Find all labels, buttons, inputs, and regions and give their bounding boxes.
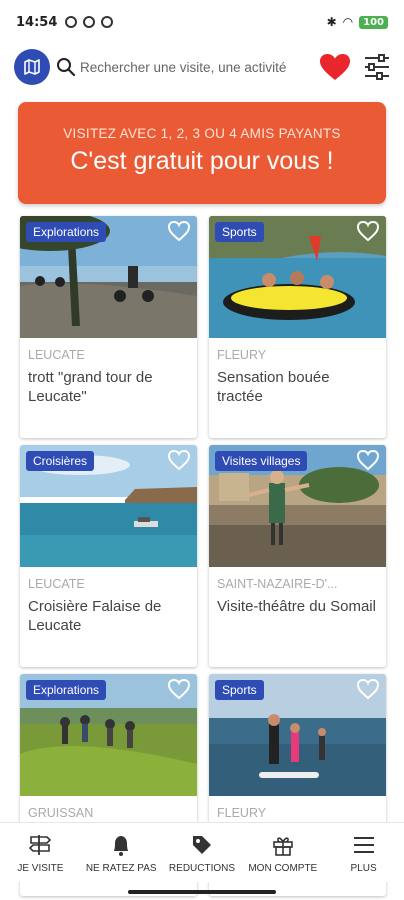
status-notification-icons (65, 16, 114, 28)
notification-icon (83, 16, 96, 28)
filter-button[interactable] (362, 52, 392, 82)
nav-reductions[interactable]: REDUCTIONS (162, 823, 243, 882)
map-button[interactable] (14, 49, 50, 85)
home-indicator[interactable] (128, 890, 276, 894)
menu-icon (353, 837, 374, 853)
activity-title: trott "grand tour de Leucate" (28, 369, 153, 405)
category-badge: Sports (215, 680, 264, 700)
nav-label: REDUCTIONS (168, 863, 236, 874)
activity-title: Croisière Falaise de Leucate (28, 598, 162, 634)
status-right: ✱ ◠ 100 (327, 15, 388, 29)
tag-icon (192, 836, 211, 854)
activity-location: LEUCATE (28, 577, 85, 591)
activity-image: Sports (209, 674, 386, 796)
category-badge: Sports (215, 222, 264, 242)
nav-label: MON COMPTE (248, 863, 318, 874)
activity-image: Explorations (20, 216, 197, 338)
notification-icon (101, 16, 114, 28)
activity-location: LEUCATE (28, 348, 85, 362)
heart-outline-icon[interactable] (167, 449, 191, 471)
gift-icon (272, 837, 293, 856)
activity-title: Sensation bouée tractée (217, 369, 330, 405)
wifi-icon: ◠ (342, 15, 354, 29)
status-bar: 14:54 ✱ ◠ 100 (0, 0, 404, 44)
activity-image: Visites villages (209, 445, 386, 567)
bottom-navigation: JE VISITE NE RATEZ PAS REDUCTIONS MON CO… (0, 822, 404, 882)
category-badge: Explorations (26, 222, 107, 242)
search-icon (57, 58, 76, 77)
filter-icon (365, 54, 389, 80)
heart-outline-icon[interactable] (356, 220, 380, 242)
banner-subtitle: VISITEZ AVEC 1, 2, 3 OU 4 AMIS PAYANTS (63, 126, 341, 141)
battery-level: 100 (359, 15, 388, 29)
activity-title: Visite-théâtre du Somail (217, 598, 376, 615)
activity-location: SAINT-NAZAIRE-D'... (217, 577, 338, 591)
heart-outline-icon[interactable] (356, 449, 380, 471)
bell-icon (114, 836, 129, 856)
nav-label: JE VISITE (17, 863, 64, 874)
heart-outline-icon[interactable] (167, 220, 191, 242)
category-badge: Explorations (26, 680, 107, 700)
heart-icon (320, 54, 350, 80)
activity-location: GRUISSAN (28, 806, 94, 820)
nav-plus[interactable]: PLUS (323, 823, 404, 882)
activity-location: FLEURY (217, 348, 267, 362)
activity-image: Sports (209, 216, 386, 338)
nav-mon-compte[interactable]: MON COMPTE (242, 823, 323, 882)
search-bar[interactable] (56, 57, 312, 77)
activity-location: FLEURY (217, 806, 267, 820)
activity-card[interactable]: Sports FLEURY Sensation bouée tractée (209, 216, 386, 438)
nav-ne-ratez-pas[interactable]: NE RATEZ PAS (81, 823, 162, 882)
activity-card[interactable]: Croisières LEUCATE Croisière Falaise de … (20, 445, 197, 667)
banner-title: C'est gratuit pour vous ! (70, 147, 334, 175)
category-badge: Visites villages (215, 451, 308, 471)
bluetooth-icon: ✱ (326, 15, 337, 29)
top-bar (0, 44, 404, 90)
activity-card[interactable]: Visites villages SAINT-NAZAIRE-D'... Vis… (209, 445, 386, 667)
promo-banner[interactable]: VISITEZ AVEC 1, 2, 3 OU 4 AMIS PAYANTS C… (18, 102, 386, 204)
activity-card[interactable]: Explorations LEUCATE trott "grand tour d… (20, 216, 197, 438)
status-time: 14:54 (16, 14, 58, 30)
signpost-icon (29, 835, 52, 855)
search-input[interactable] (80, 59, 290, 75)
nav-label: PLUS (350, 863, 377, 874)
heart-outline-icon[interactable] (167, 678, 191, 700)
nav-label: NE RATEZ PAS (85, 863, 157, 874)
notification-icon (65, 16, 78, 28)
activity-image: Explorations (20, 674, 197, 796)
activity-image: Croisières (20, 445, 197, 567)
map-icon (24, 59, 40, 75)
category-badge: Croisières (26, 451, 95, 471)
nav-je-visite[interactable]: JE VISITE (0, 823, 81, 882)
heart-outline-icon[interactable] (356, 678, 380, 700)
favorites-button[interactable] (318, 50, 352, 84)
